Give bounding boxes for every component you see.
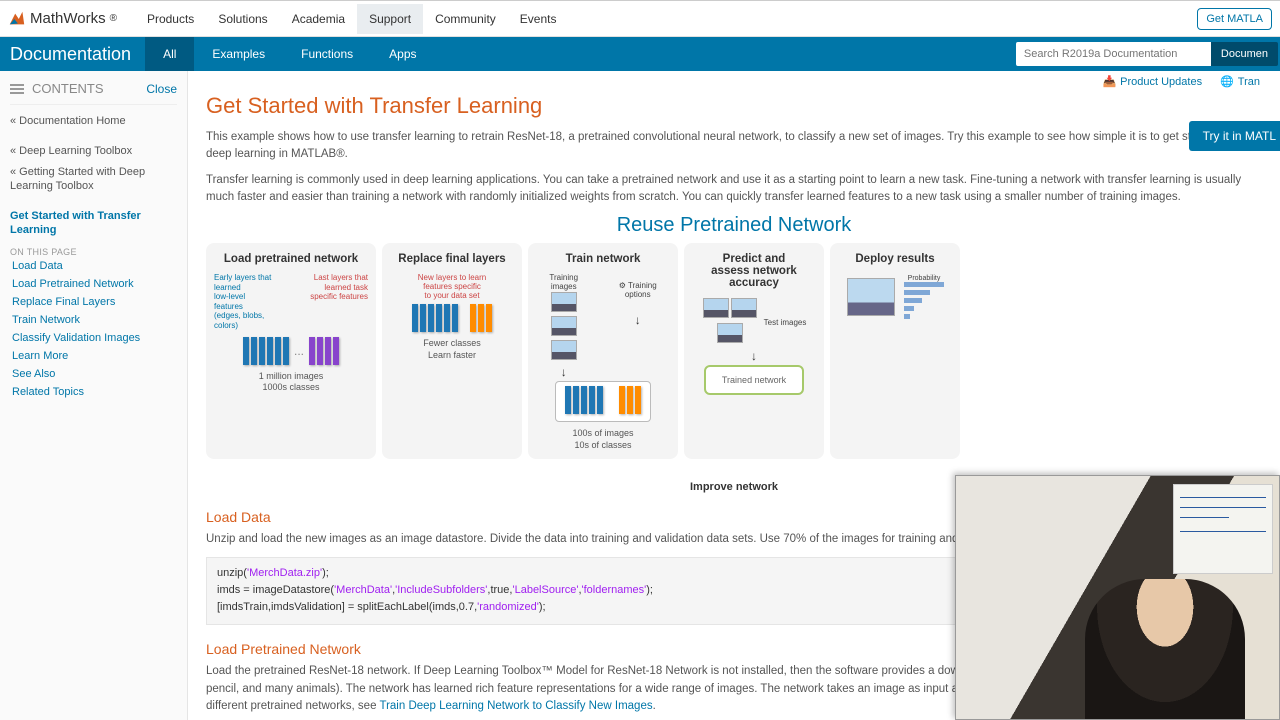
tab-examples[interactable]: Examples	[194, 37, 283, 71]
nav-products[interactable]: Products	[135, 4, 206, 34]
webcam-overlay	[955, 475, 1280, 720]
hamburger-icon[interactable]	[10, 84, 24, 94]
sidebar-close[interactable]: Close	[146, 82, 177, 96]
try-in-matlab-button[interactable]: Try it in MATL	[1189, 121, 1280, 151]
tab-apps[interactable]: Apps	[371, 37, 434, 71]
anchor-related[interactable]: Related Topics	[10, 383, 177, 401]
anchor-load-pretrained[interactable]: Load Pretrained Network	[10, 275, 177, 293]
top-nav: MathWorks® Products Solutions Academia S…	[0, 1, 1280, 37]
crumb-current[interactable]: Get Started with Transfer Learning	[10, 206, 177, 241]
crumb-doc-home[interactable]: « Documentation Home	[10, 111, 177, 131]
anchor-load-data[interactable]: Load Data	[10, 257, 177, 275]
nav-events[interactable]: Events	[508, 4, 569, 34]
on-this-page-label: ON THIS PAGE	[10, 247, 177, 257]
crumb-getting-started[interactable]: « Getting Started with Deep Learning Too…	[10, 162, 177, 197]
anchor-train-network[interactable]: Train Network	[10, 311, 177, 329]
tab-all[interactable]: All	[145, 37, 194, 71]
anchor-replace-layers[interactable]: Replace Final Layers	[10, 293, 177, 311]
presenter	[1085, 579, 1245, 719]
logo[interactable]: MathWorks®	[8, 10, 117, 28]
intro-2: Transfer learning is commonly used in de…	[206, 172, 1262, 207]
intro-1: This example shows how to use transfer l…	[206, 129, 1262, 164]
search-button[interactable]: Documen	[1211, 42, 1278, 66]
anchor-classify[interactable]: Classify Validation Images	[10, 329, 177, 347]
product-updates-link[interactable]: 📥 Product Updates	[1102, 75, 1202, 88]
anchor-learn-more[interactable]: Learn More	[10, 347, 177, 365]
diagram-title: Reuse Pretrained Network	[206, 214, 1262, 237]
page-title: Get Started with Transfer Learning	[206, 93, 1262, 119]
mathworks-logo-icon	[8, 10, 26, 28]
link-train-deep-network[interactable]: Train Deep Learning Network to Classify …	[379, 700, 652, 712]
nav-support[interactable]: Support	[357, 4, 423, 34]
brand-text: MathWorks	[30, 10, 106, 27]
panel2-title: Replace final layers	[390, 253, 514, 265]
panel5-title: Deploy results	[838, 253, 952, 265]
contents-label: CONTENTS	[32, 81, 104, 96]
panel3-title: Train network	[536, 253, 670, 265]
nav-solutions[interactable]: Solutions	[206, 4, 279, 34]
translate-link[interactable]: 🌐 Tran	[1220, 75, 1260, 88]
panel1-title: Load pretrained network	[214, 253, 368, 265]
anchor-see-also[interactable]: See Also	[10, 365, 177, 383]
doc-bar: Documentation All Examples Functions App…	[0, 37, 1280, 71]
tab-functions[interactable]: Functions	[283, 37, 371, 71]
doc-bar-title[interactable]: Documentation	[0, 44, 145, 65]
sidebar: CONTENTS Close « Documentation Home « De…	[0, 71, 188, 720]
whiteboard	[1173, 484, 1273, 574]
workflow-diagram: Load pretrained network Early layers tha…	[206, 243, 1262, 459]
panel4-title: Predict and assess network accuracy	[692, 253, 816, 289]
search-input[interactable]	[1016, 42, 1211, 66]
get-matlab-button[interactable]: Get MATLA	[1197, 8, 1272, 30]
nav-links: Products Solutions Academia Support Comm…	[135, 4, 569, 34]
nav-academia[interactable]: Academia	[280, 4, 357, 34]
nav-community[interactable]: Community	[423, 4, 508, 34]
crumb-dlt[interactable]: « Deep Learning Toolbox	[10, 141, 177, 161]
